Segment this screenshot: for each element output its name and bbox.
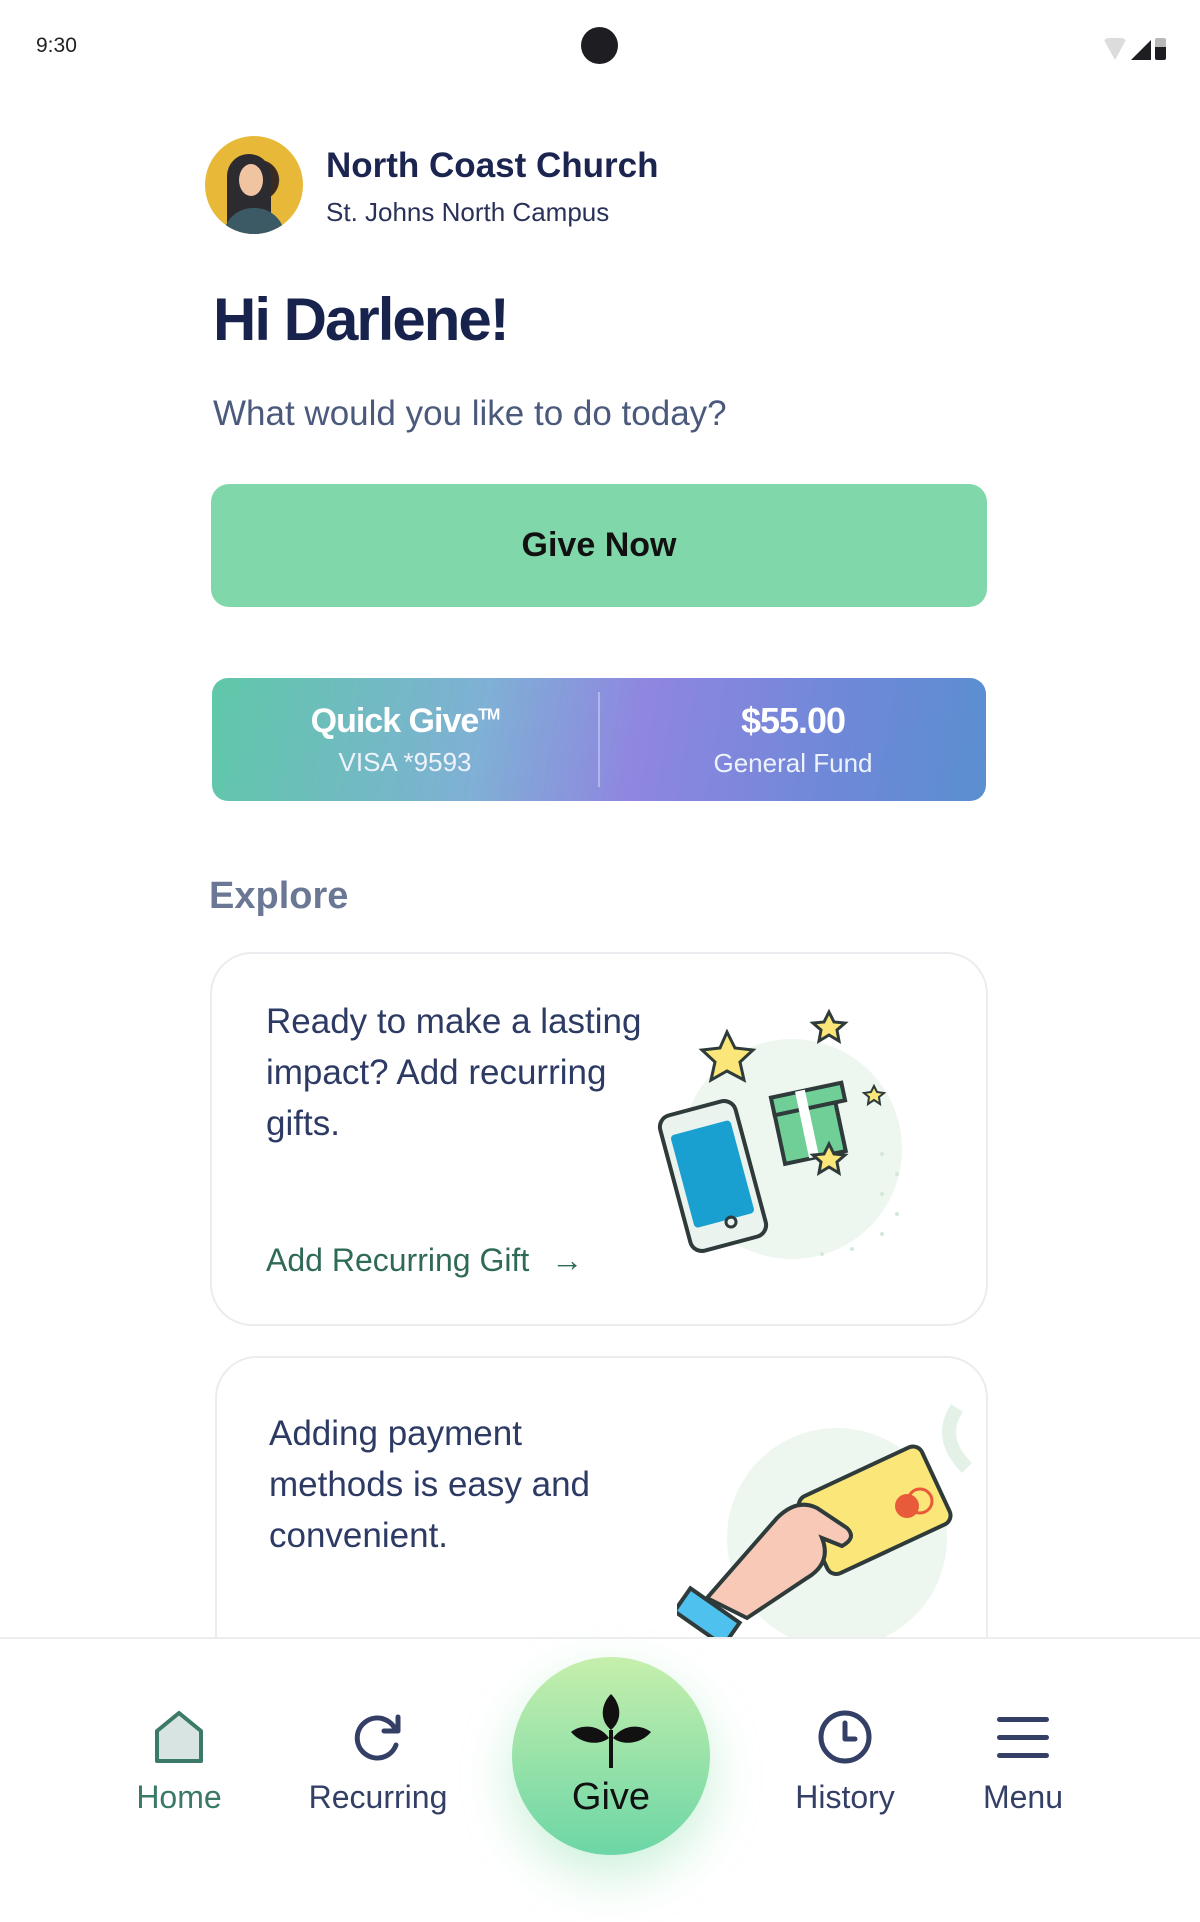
greeting-title: Hi Darlene! — [213, 286, 510, 353]
quick-give-fund: General Fund — [713, 748, 873, 778]
org-name[interactable]: North Coast Church — [326, 146, 659, 186]
quick-give-title: Quick GiveTM — [310, 701, 501, 740]
recurring-icon — [354, 1714, 401, 1761]
sprout-icon — [571, 1693, 651, 1768]
hand-card-illustration — [677, 1404, 973, 1648]
nav-recurring[interactable]: Recurring — [298, 1709, 458, 1816]
explore-card-text: Adding payment methods is easy and conve… — [269, 1414, 591, 1555]
phone-gift-illustration — [657, 1008, 902, 1259]
quick-give-left: Quick GiveTM VISA *9593 — [212, 678, 598, 801]
quick-give-payment-method: VISA *9593 — [338, 746, 472, 777]
menu-icon — [997, 1717, 1049, 1758]
explore-card-recurring[interactable]: Ready to make a lasting impact? Add recu… — [210, 952, 988, 1326]
signal-icon — [1131, 40, 1151, 60]
quick-give-card[interactable]: Quick GiveTM VISA *9593 $55.00 General F… — [212, 678, 986, 801]
nav-menu[interactable]: Menu — [943, 1709, 1103, 1816]
quick-give-right: $55.00 General Fund — [600, 678, 986, 801]
avatar[interactable] — [205, 136, 303, 234]
give-now-button[interactable]: Give Now — [211, 484, 987, 607]
nav-history[interactable]: History — [765, 1709, 925, 1816]
wifi-icon — [1103, 38, 1127, 60]
explore-card-text: Ready to make a lasting impact? Add recu… — [266, 1002, 642, 1143]
add-recurring-gift-link[interactable]: Add Recurring Gift → — [266, 1242, 583, 1279]
home-icon — [155, 1711, 203, 1763]
campus-name: St. Johns North Campus — [326, 197, 610, 227]
nav-home[interactable]: Home — [99, 1709, 259, 1816]
quick-give-amount: $55.00 — [740, 700, 846, 741]
status-time: 9:30 — [36, 34, 77, 57]
clock-icon — [818, 1710, 872, 1764]
status-icons — [1103, 38, 1166, 60]
battery-icon — [1155, 38, 1166, 60]
bottom-navigation: Home Recurring Give History Menu — [0, 1637, 1200, 1922]
greeting-subtitle: What would you like to do today? — [213, 394, 727, 433]
nav-give[interactable]: Give — [512, 1657, 710, 1855]
camera-cutout — [581, 27, 618, 64]
explore-heading: Explore — [209, 875, 349, 917]
arrow-right-icon: → — [551, 1242, 584, 1278]
